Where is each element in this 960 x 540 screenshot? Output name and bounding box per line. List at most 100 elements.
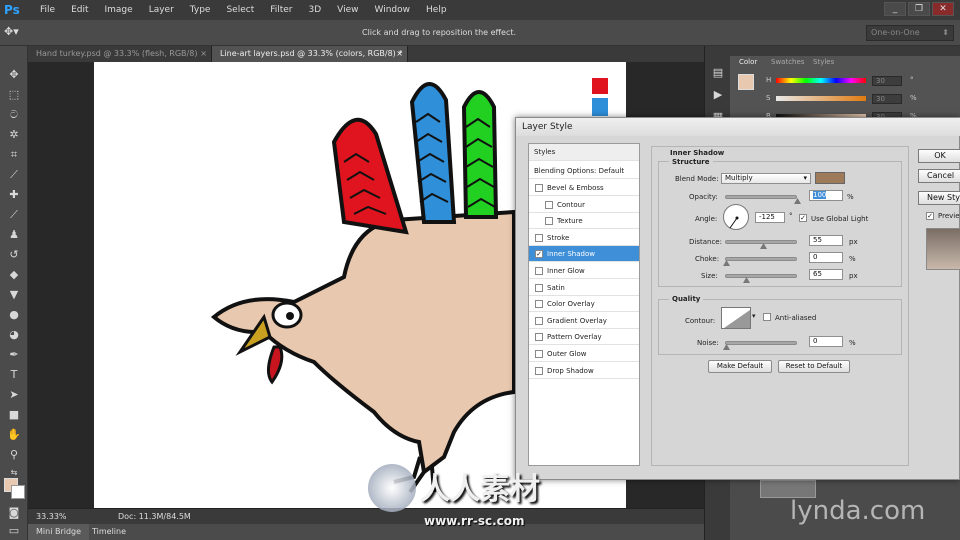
style-checkbox[interactable] — [535, 300, 543, 309]
quick-mask-icon[interactable]: ◙ — [5, 506, 23, 520]
move-tool-icon[interactable]: ✥ — [5, 68, 23, 82]
tab-mini-bridge[interactable]: Mini Bridge — [28, 524, 90, 540]
style-checkbox[interactable]: ✓ — [535, 250, 543, 259]
dodge-tool-icon[interactable]: ◕ — [5, 328, 23, 342]
preview-checkbox[interactable]: ✓ — [926, 212, 934, 220]
screen-mode-icon[interactable]: ▭ — [5, 524, 23, 538]
style-item-satin[interactable]: Satin — [529, 280, 639, 296]
make-default-button[interactable]: Make Default — [708, 360, 772, 373]
play-actions-icon[interactable]: ▶ — [709, 88, 727, 102]
lasso-tool-icon[interactable]: ට — [5, 108, 23, 122]
style-item-stroke[interactable]: Stroke — [529, 230, 639, 246]
menu-image[interactable]: Image — [97, 5, 141, 15]
style-checkbox[interactable] — [535, 233, 543, 242]
style-item-inner-shadow[interactable]: ✓ Inner Shadow — [529, 246, 639, 263]
opacity-slider[interactable] — [725, 195, 797, 199]
minimize-button[interactable]: _ — [884, 2, 906, 16]
hand-tool-icon[interactable]: ✋ — [5, 428, 23, 442]
size-input[interactable]: 65 — [809, 269, 843, 280]
restore-button[interactable]: ❐ — [908, 2, 930, 16]
style-item-color-overlay[interactable]: Color Overlay — [529, 296, 639, 313]
styles-header[interactable]: Styles — [529, 144, 639, 161]
style-item-gradient-overlay[interactable]: Gradient Overlay — [529, 313, 639, 329]
shadow-color-swatch[interactable] — [815, 172, 845, 184]
blend-mode-select[interactable]: Multiply ▾ — [721, 173, 811, 184]
tab-line-art-layers[interactable]: Line-art layers.psd @ 33.3% (colors, RGB… — [212, 46, 408, 62]
hue-track[interactable] — [776, 78, 866, 83]
brush-tool-icon[interactable]: ⟋ — [5, 208, 23, 222]
tab-timeline[interactable]: Timeline — [84, 524, 134, 540]
menu-edit[interactable]: Edit — [63, 5, 96, 15]
hue-value[interactable]: 30 — [872, 76, 902, 86]
menu-select[interactable]: Select — [218, 5, 262, 15]
menu-layer[interactable]: Layer — [141, 5, 182, 15]
new-style-button[interactable]: New Style... — [918, 191, 960, 205]
noise-slider[interactable] — [725, 341, 797, 345]
style-checkbox[interactable] — [535, 184, 543, 192]
type-tool-icon[interactable]: T — [5, 368, 23, 382]
shape-tool-icon[interactable]: ■ — [5, 408, 23, 422]
noise-input[interactable]: 0 — [809, 336, 843, 347]
blending-options[interactable]: Blending Options: Default — [529, 163, 639, 179]
background-color-swatch[interactable] — [11, 485, 25, 499]
style-item-outer-glow[interactable]: Outer Glow — [529, 346, 639, 362]
style-checkbox[interactable] — [535, 333, 543, 342]
tab-swatches[interactable]: Swatches — [766, 56, 809, 68]
zoom-readout[interactable]: 33.33% — [36, 512, 67, 521]
menu-view[interactable]: View — [329, 5, 366, 15]
choke-input[interactable]: 0 — [809, 252, 843, 263]
tab-styles[interactable]: Styles — [808, 56, 839, 68]
distance-input[interactable]: 55 — [809, 235, 843, 246]
zoom-tool-icon[interactable]: ⚲ — [5, 448, 23, 462]
crop-tool-icon[interactable]: ⌗ — [5, 148, 23, 162]
history-brush-icon[interactable]: ↺ — [5, 248, 23, 262]
reset-to-default-button[interactable]: Reset to Default — [778, 360, 850, 373]
pen-tool-icon[interactable]: ✒ — [5, 348, 23, 362]
eyedropper-tool-icon[interactable]: ⟋ — [5, 168, 23, 182]
dialog-title[interactable]: Layer Style — [516, 118, 960, 136]
anti-aliased-checkbox[interactable] — [763, 313, 771, 321]
path-select-icon[interactable]: ➤ — [5, 388, 23, 402]
distance-slider[interactable] — [725, 240, 797, 244]
style-checkbox[interactable] — [545, 200, 553, 209]
workspace-select[interactable]: One-on-One ⬍ — [866, 25, 954, 41]
menu-window[interactable]: Window — [367, 5, 419, 15]
contour-picker[interactable] — [721, 307, 751, 329]
healing-brush-icon[interactable]: ✚ — [5, 188, 23, 202]
hue-slider[interactable]: H 30 ° — [760, 76, 920, 86]
clone-stamp-icon[interactable]: ♟ — [5, 228, 23, 242]
menu-help[interactable]: Help — [418, 5, 455, 15]
cancel-button[interactable]: Cancel — [918, 169, 960, 183]
style-item-texture[interactable]: Texture — [529, 213, 639, 230]
tab-hand-turkey[interactable]: Hand turkey.psd @ 33.3% (flesh, RGB/8) × — [28, 46, 212, 62]
choke-slider[interactable] — [725, 257, 797, 261]
style-checkbox[interactable] — [535, 366, 543, 375]
style-checkbox[interactable] — [535, 350, 543, 358]
style-item-contour[interactable]: Contour — [529, 197, 639, 213]
history-panel-icon[interactable]: ▤ — [709, 66, 727, 80]
close-button[interactable]: ✕ — [932, 2, 954, 16]
eraser-tool-icon[interactable]: ◆ — [5, 268, 23, 282]
global-light-checkbox[interactable]: ✓ — [799, 214, 807, 222]
angle-dial[interactable] — [723, 204, 749, 230]
menu-3d[interactable]: 3D — [301, 5, 330, 15]
close-icon[interactable]: × — [200, 46, 207, 62]
style-checkbox[interactable] — [535, 283, 543, 292]
size-slider[interactable] — [725, 274, 797, 278]
style-item-pattern-overlay[interactable]: Pattern Overlay — [529, 329, 639, 346]
menu-filter[interactable]: Filter — [262, 5, 300, 15]
angle-input[interactable]: -125 — [755, 212, 785, 223]
saturation-track[interactable] — [776, 96, 866, 101]
close-icon[interactable]: × — [396, 46, 403, 62]
opacity-input[interactable]: 100 — [809, 190, 843, 201]
quick-select-tool-icon[interactable]: ✲ — [5, 128, 23, 142]
tab-color[interactable]: Color — [734, 56, 763, 68]
contour-dropdown-icon[interactable]: ▾ — [752, 312, 756, 320]
menu-type[interactable]: Type — [182, 5, 219, 15]
color-panel-foreground-swatch[interactable] — [738, 74, 754, 90]
style-item-drop-shadow[interactable]: Drop Shadow — [529, 363, 639, 379]
ok-button[interactable]: OK — [918, 149, 960, 163]
paint-bucket-icon[interactable]: ▼ — [5, 288, 23, 302]
style-item-inner-glow[interactable]: Inner Glow — [529, 263, 639, 279]
marquee-tool-icon[interactable]: ⬚ — [5, 88, 23, 102]
